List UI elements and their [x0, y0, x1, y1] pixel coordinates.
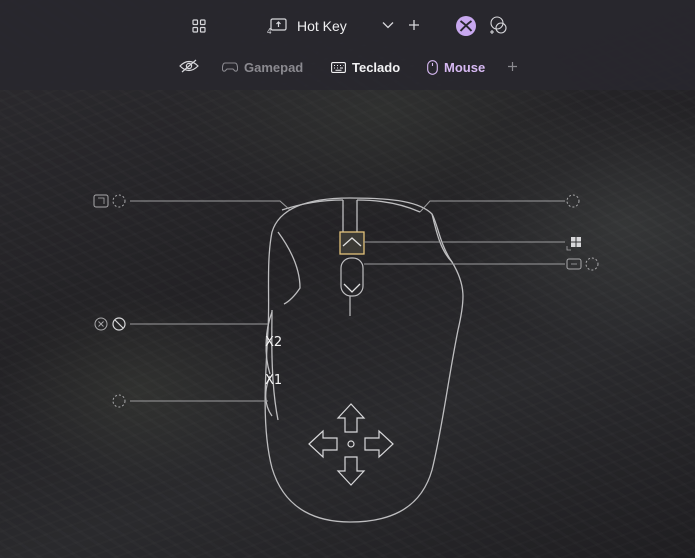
scroll-down-icon[interactable] — [343, 283, 361, 293]
no-entry-icon — [112, 317, 126, 331]
slot-right-top[interactable] — [566, 194, 580, 208]
scroll-wheel[interactable] — [339, 231, 365, 316]
slot-left-top[interactable] — [93, 194, 126, 208]
scroll-up-highlight[interactable] — [339, 231, 365, 255]
leader-lines — [130, 200, 565, 402]
left-mapping-slots — [93, 194, 126, 408]
mouse-diagram — [93, 194, 599, 523]
side-button-x1-label[interactable]: X1 — [265, 373, 282, 388]
right-mapping-slots — [566, 194, 599, 271]
slot-left-x2[interactable] — [94, 317, 126, 331]
slot-right-scroll-down[interactable] — [566, 257, 599, 271]
movement-arrows-icon — [308, 403, 394, 486]
slot-left-x1[interactable] — [112, 394, 126, 408]
windows-icon — [571, 237, 581, 247]
side-button-x2-label[interactable]: X2 — [265, 335, 282, 350]
slot-right-scroll-up[interactable] — [566, 237, 581, 251]
